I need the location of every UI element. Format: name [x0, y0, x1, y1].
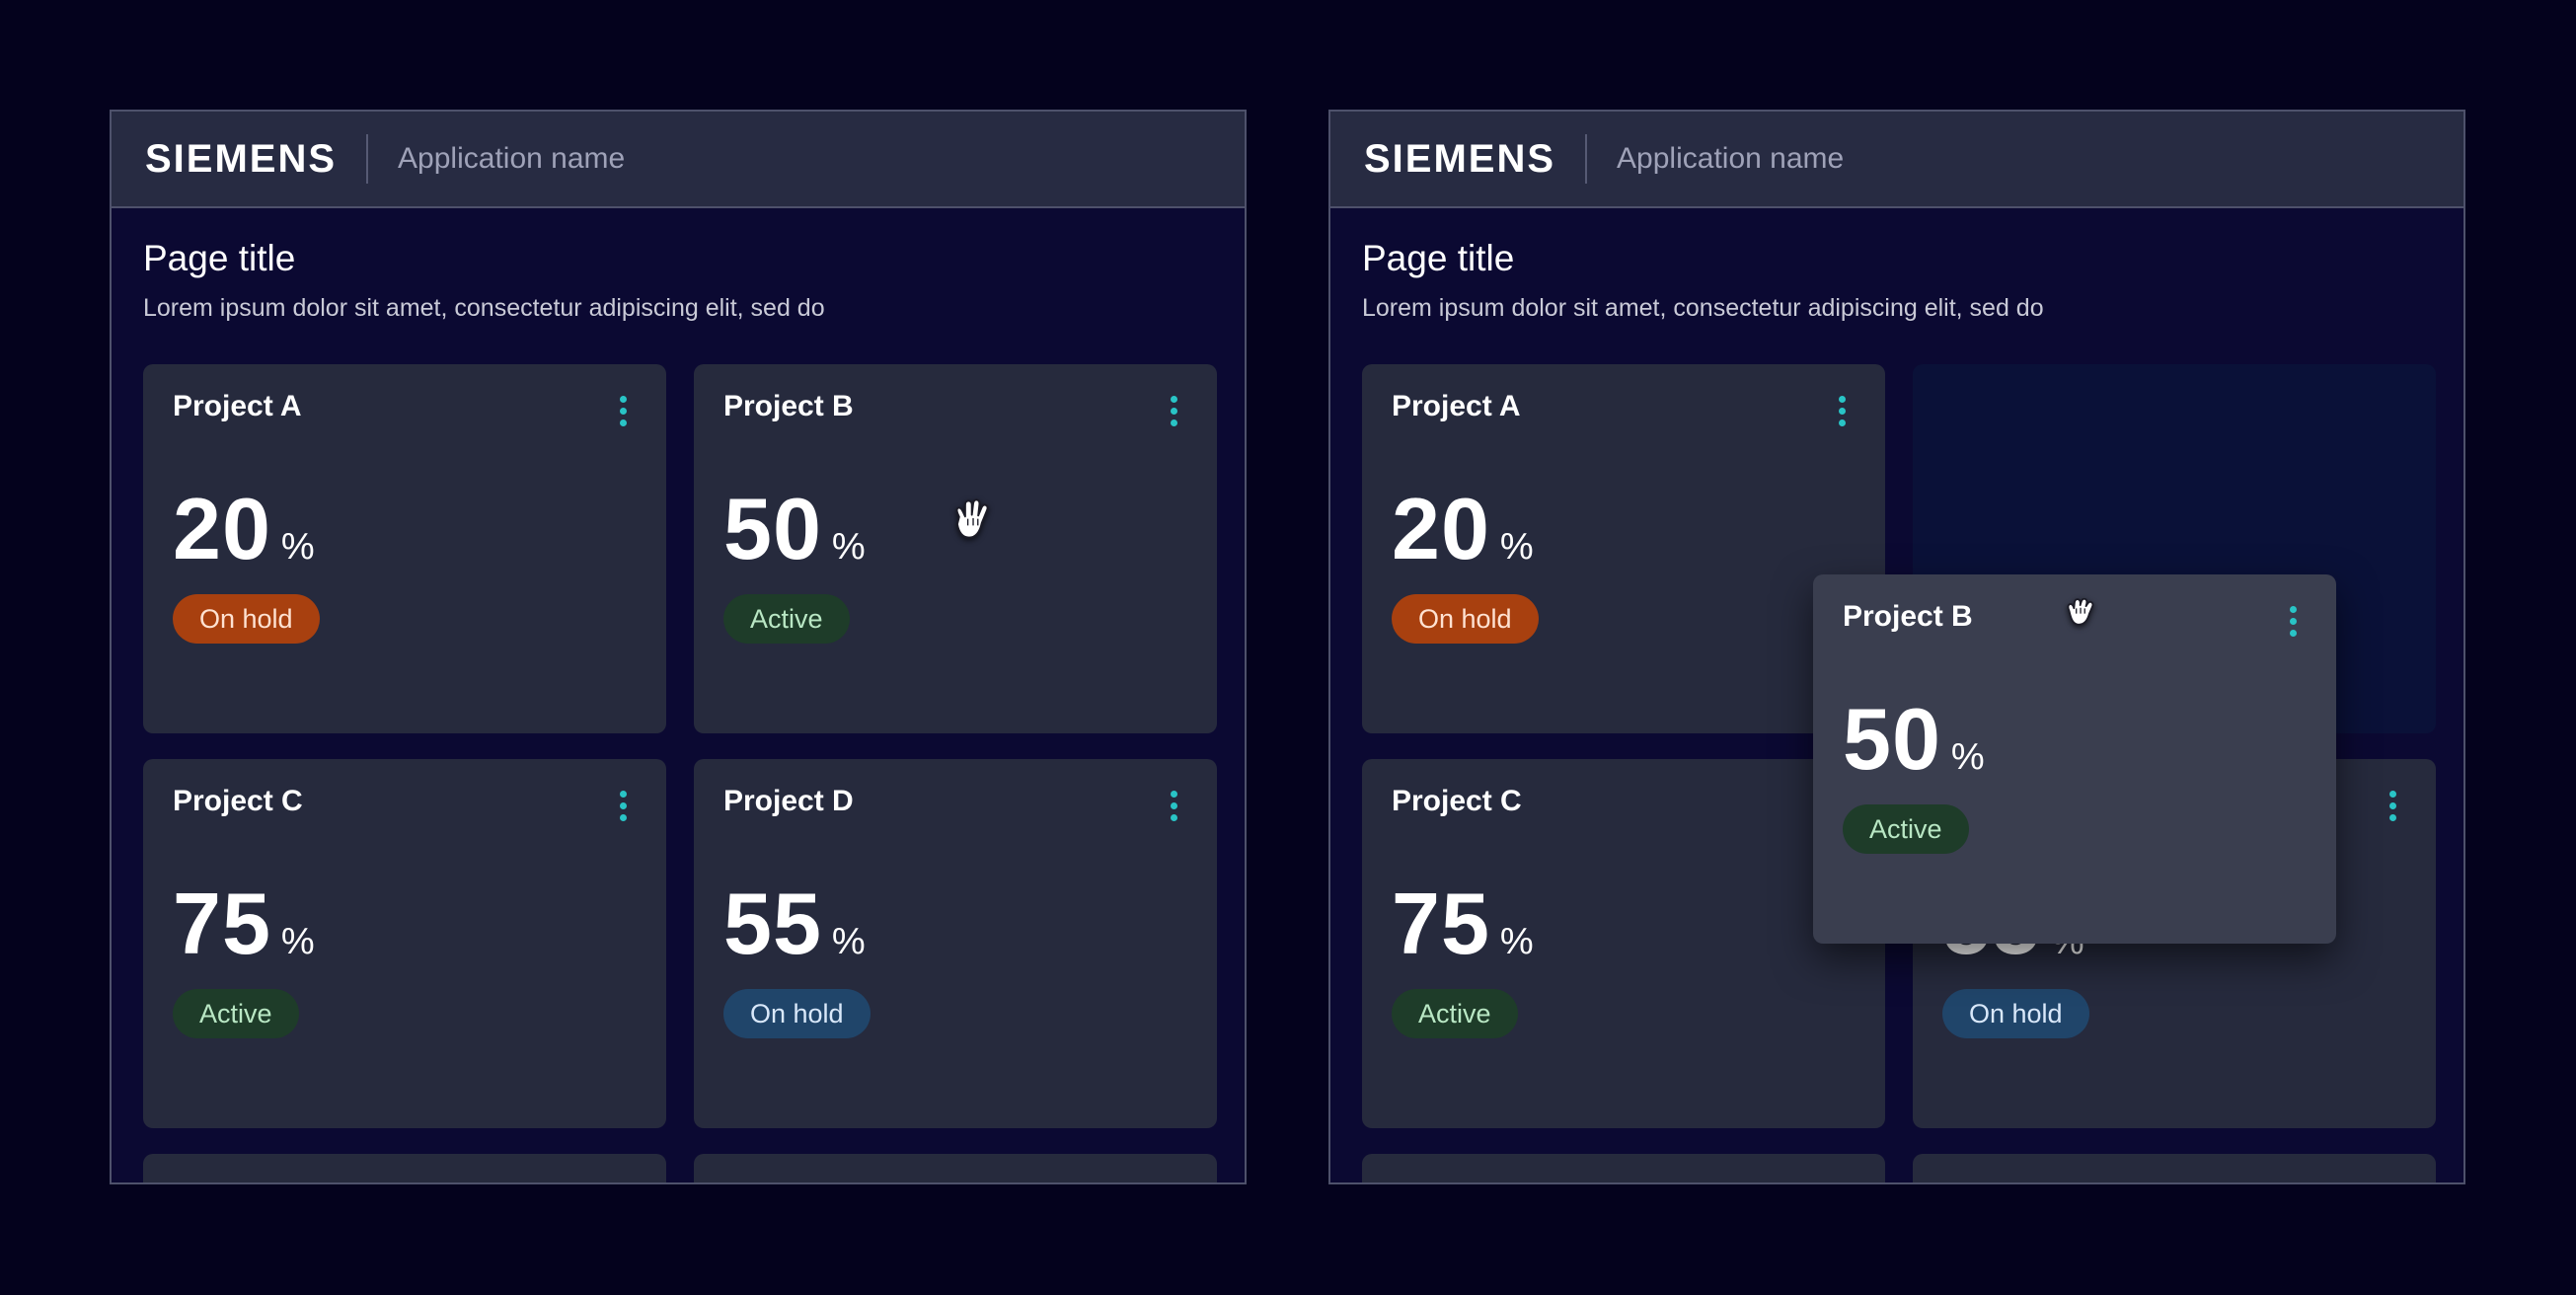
- progress-unit: %: [1500, 526, 1534, 569]
- application-name: Application name: [1617, 142, 1844, 176]
- headline-card-partial[interactable]: Headline: [143, 1154, 666, 1184]
- siemens-logo: SIEMENS: [1364, 137, 1555, 182]
- headline-card-partial[interactable]: Headline: [694, 1154, 1217, 1184]
- app-panel-dragging: SIEMENS Application name Page title Lore…: [1328, 110, 2465, 1184]
- project-card-d[interactable]: Project D 55 % On hold: [694, 759, 1217, 1128]
- kebab-menu-icon[interactable]: [2380, 787, 2406, 825]
- card-title: Project B: [723, 390, 854, 422]
- kebab-menu-icon[interactable]: [1829, 1181, 1856, 1184]
- progress-metric: 50 %: [723, 486, 1187, 572]
- progress-value: 75: [173, 880, 271, 967]
- progress-metric: 20 %: [1392, 486, 1856, 572]
- page-title: Page title: [143, 238, 1213, 279]
- kebab-menu-icon[interactable]: [610, 392, 637, 430]
- progress-unit: %: [832, 921, 866, 963]
- card-title: Project D: [723, 785, 854, 817]
- page-title: Page title: [1362, 238, 2432, 279]
- progress-value: 20: [1392, 486, 1490, 572]
- progress-value: 20: [173, 486, 271, 572]
- project-card-a[interactable]: Project A 20 % On hold: [143, 364, 666, 733]
- project-card-c[interactable]: Project C 75 % Active: [1362, 759, 1885, 1128]
- card-title: Headline: [173, 1180, 296, 1184]
- status-badge: Active: [723, 594, 850, 644]
- card-title: Headline: [1392, 1180, 1515, 1184]
- progress-value: 55: [723, 880, 822, 967]
- kebab-menu-icon[interactable]: [1161, 392, 1187, 430]
- panel-body: Page title Lorem ipsum dolor sit amet, c…: [112, 238, 1245, 1184]
- status-badge: Active: [1843, 804, 1969, 854]
- headline-card-partial[interactable]: Headline: [1913, 1154, 2436, 1184]
- status-badge: On hold: [173, 594, 320, 644]
- card-title: Project A: [173, 390, 302, 422]
- card-title: Headline: [1942, 1180, 2066, 1184]
- status-badge: On hold: [1942, 989, 2089, 1038]
- page-subtitle: Lorem ipsum dolor sit amet, consectetur …: [143, 294, 1213, 323]
- kebab-menu-icon[interactable]: [2380, 1181, 2406, 1184]
- app-panel-default: SIEMENS Application name Page title Lore…: [110, 110, 1247, 1184]
- progress-unit: %: [281, 526, 315, 569]
- status-badge: Active: [173, 989, 299, 1038]
- siemens-logo: SIEMENS: [145, 137, 337, 182]
- kebab-menu-icon[interactable]: [2280, 602, 2307, 641]
- page-subtitle: Lorem ipsum dolor sit amet, consectetur …: [1362, 294, 2432, 323]
- card-title: Headline: [723, 1180, 847, 1184]
- card-title: Project B: [1843, 600, 1973, 633]
- project-card-a[interactable]: Project A 20 % On hold: [1362, 364, 1885, 733]
- status-badge: On hold: [723, 989, 871, 1038]
- app-header: SIEMENS Application name: [112, 112, 1245, 208]
- kebab-menu-icon[interactable]: [1829, 392, 1856, 430]
- progress-value: 50: [723, 486, 822, 572]
- header-divider: [1585, 134, 1587, 184]
- card-title: Project C: [173, 785, 303, 817]
- card-title: Project A: [1392, 390, 1521, 422]
- progress-value: 50: [1843, 696, 1941, 783]
- progress-metric: 20 %: [173, 486, 637, 572]
- progress-value: 75: [1392, 880, 1490, 967]
- progress-unit: %: [1500, 921, 1534, 963]
- progress-metric: 75 %: [1392, 880, 1856, 967]
- kebab-menu-icon[interactable]: [610, 1181, 637, 1184]
- header-divider: [366, 134, 368, 184]
- project-card-c[interactable]: Project C 75 % Active: [143, 759, 666, 1128]
- app-header: SIEMENS Application name: [1330, 112, 2463, 208]
- card-grid: Project A 20 % On hold Project B 50 %: [143, 364, 1213, 1184]
- progress-unit: %: [1951, 736, 1985, 779]
- progress-unit: %: [281, 921, 315, 963]
- progress-unit: %: [832, 526, 866, 569]
- application-name: Application name: [398, 142, 625, 176]
- progress-metric: 75 %: [173, 880, 637, 967]
- status-badge: On hold: [1392, 594, 1539, 644]
- kebab-menu-icon[interactable]: [1161, 1181, 1187, 1184]
- headline-card-partial[interactable]: Headline: [1362, 1154, 1885, 1184]
- status-badge: Active: [1392, 989, 1518, 1038]
- progress-metric: 55 %: [723, 880, 1187, 967]
- project-card-b-dragging[interactable]: Project B 50 % Active: [1813, 574, 2336, 944]
- kebab-menu-icon[interactable]: [610, 787, 637, 825]
- card-title: Project C: [1392, 785, 1522, 817]
- progress-metric: 50 %: [1843, 696, 2307, 783]
- panel-body: Page title Lorem ipsum dolor sit amet, c…: [1330, 238, 2463, 1184]
- kebab-menu-icon[interactable]: [1161, 787, 1187, 825]
- project-card-b[interactable]: Project B 50 % Active: [694, 364, 1217, 733]
